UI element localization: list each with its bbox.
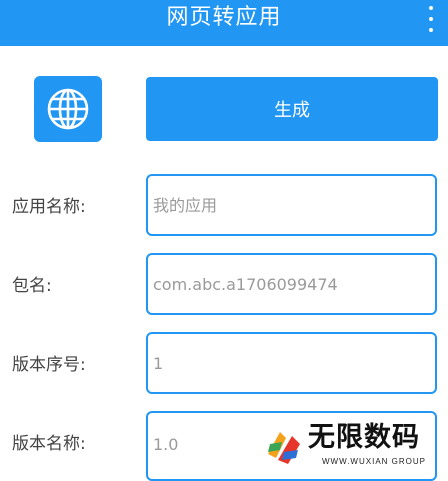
version-code-input[interactable] xyxy=(153,334,429,392)
app-name-input[interactable] xyxy=(153,176,429,234)
watermark-subtext: WWW.WUXIAN GROUP xyxy=(322,457,426,466)
app-bar: 网页转应用 xyxy=(0,0,448,46)
package-input[interactable] xyxy=(153,255,429,313)
watermark: 无限数码 WWW.WUXIAN GROUP xyxy=(262,422,448,473)
app-name-field[interactable] xyxy=(146,174,437,236)
app-name-label: 应用名称: xyxy=(12,197,86,217)
version-code-field[interactable] xyxy=(146,332,437,394)
globe-icon[interactable] xyxy=(34,76,102,142)
watermark-logo-icon xyxy=(268,432,300,464)
version-code-label: 版本序号: xyxy=(12,355,86,375)
version-name-label: 版本名称: xyxy=(12,434,86,454)
package-field[interactable] xyxy=(146,253,437,315)
watermark-text: 无限数码 xyxy=(308,422,420,453)
more-vert-icon[interactable] xyxy=(428,6,434,32)
package-label: 包名: xyxy=(12,276,52,296)
generate-button[interactable]: 生成 xyxy=(146,77,438,141)
app-title: 网页转应用 xyxy=(166,5,282,30)
